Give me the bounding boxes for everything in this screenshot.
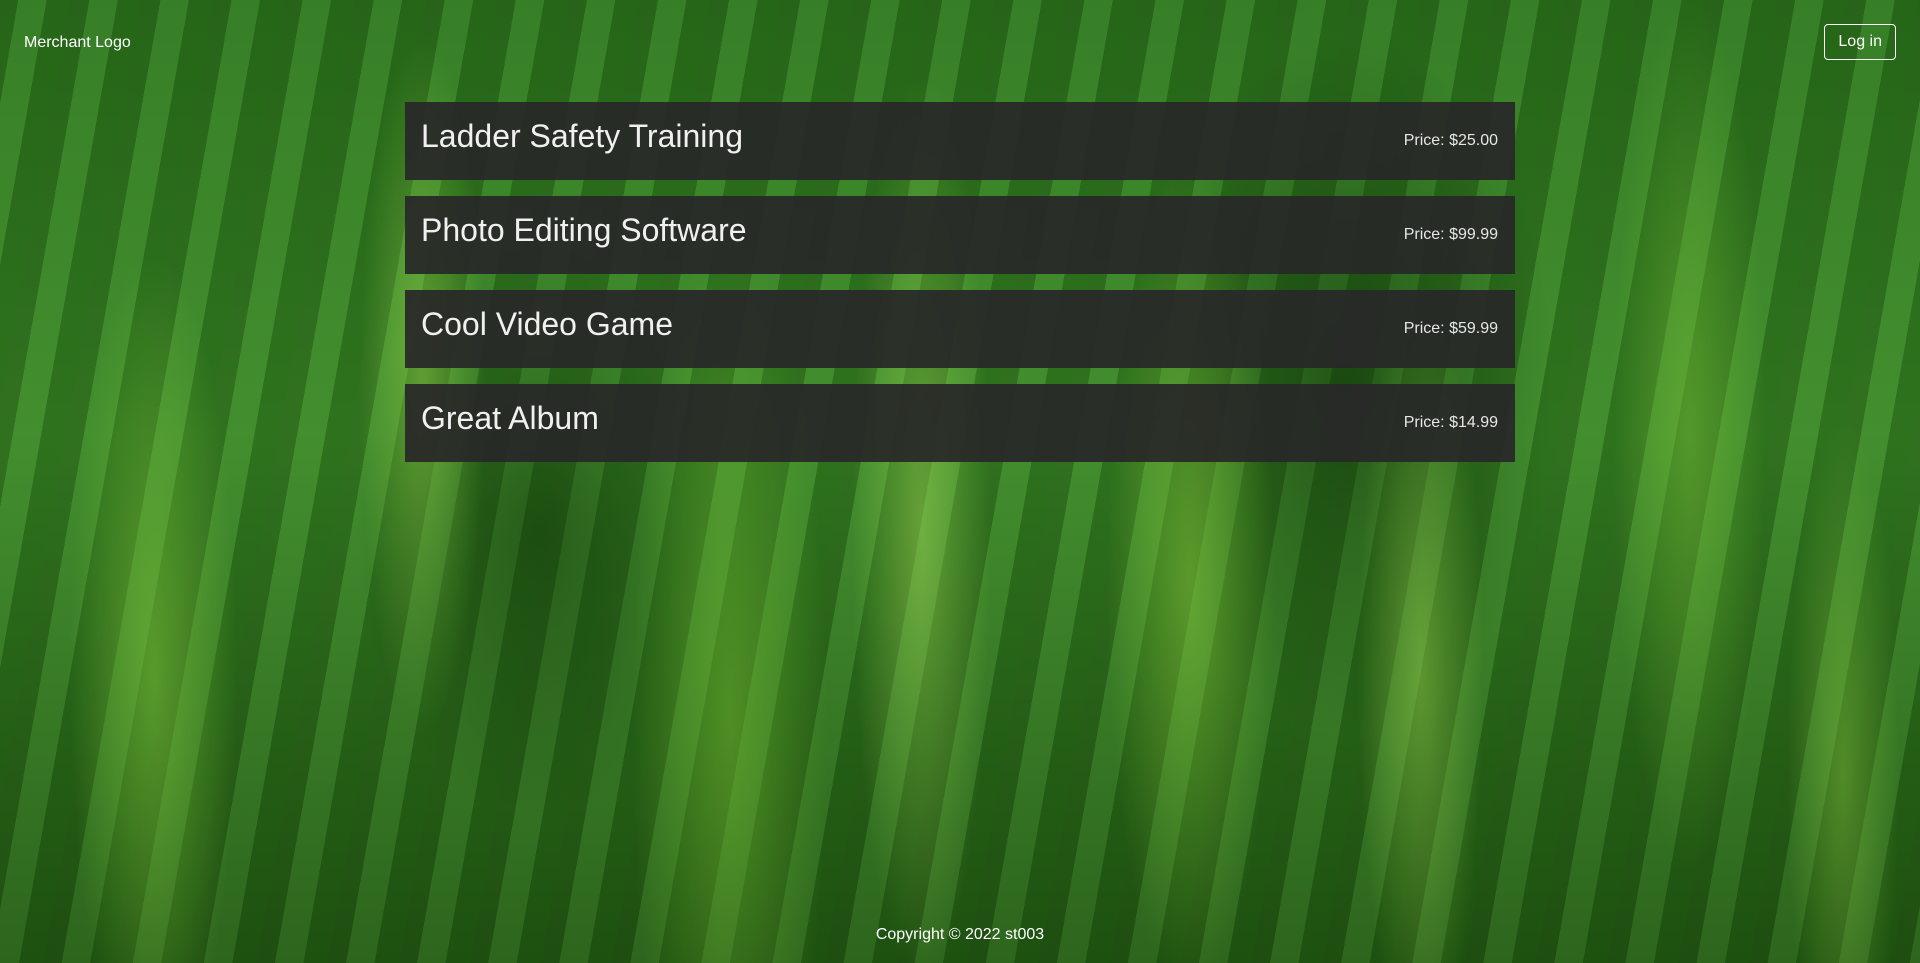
login-button[interactable]: Log in [1824,24,1896,60]
product-list: Ladder Safety Training Price: $25.00 Pho… [405,102,1515,478]
product-price: Price: $14.99 [1403,414,1498,431]
product-card-photo-editing-software[interactable]: Photo Editing Software Price: $99.99 [405,196,1515,274]
product-card-cool-video-game[interactable]: Cool Video Game Price: $59.99 [405,290,1515,368]
product-price: Price: $59.99 [1403,320,1498,337]
product-name: Cool Video Game [421,306,673,342]
merchant-logo[interactable]: Merchant Logo [24,34,131,52]
product-price: Price: $25.00 [1403,132,1498,149]
product-card-ladder-safety-training[interactable]: Ladder Safety Training Price: $25.00 [405,102,1515,180]
product-price: Price: $99.99 [1403,226,1498,243]
product-name: Ladder Safety Training [421,118,743,154]
product-name: Photo Editing Software [421,212,747,248]
footer-copyright: Copyright © 2022 st003 [875,926,1045,943]
product-card-great-album[interactable]: Great Album Price: $14.99 [405,384,1515,462]
product-name: Great Album [421,400,599,436]
